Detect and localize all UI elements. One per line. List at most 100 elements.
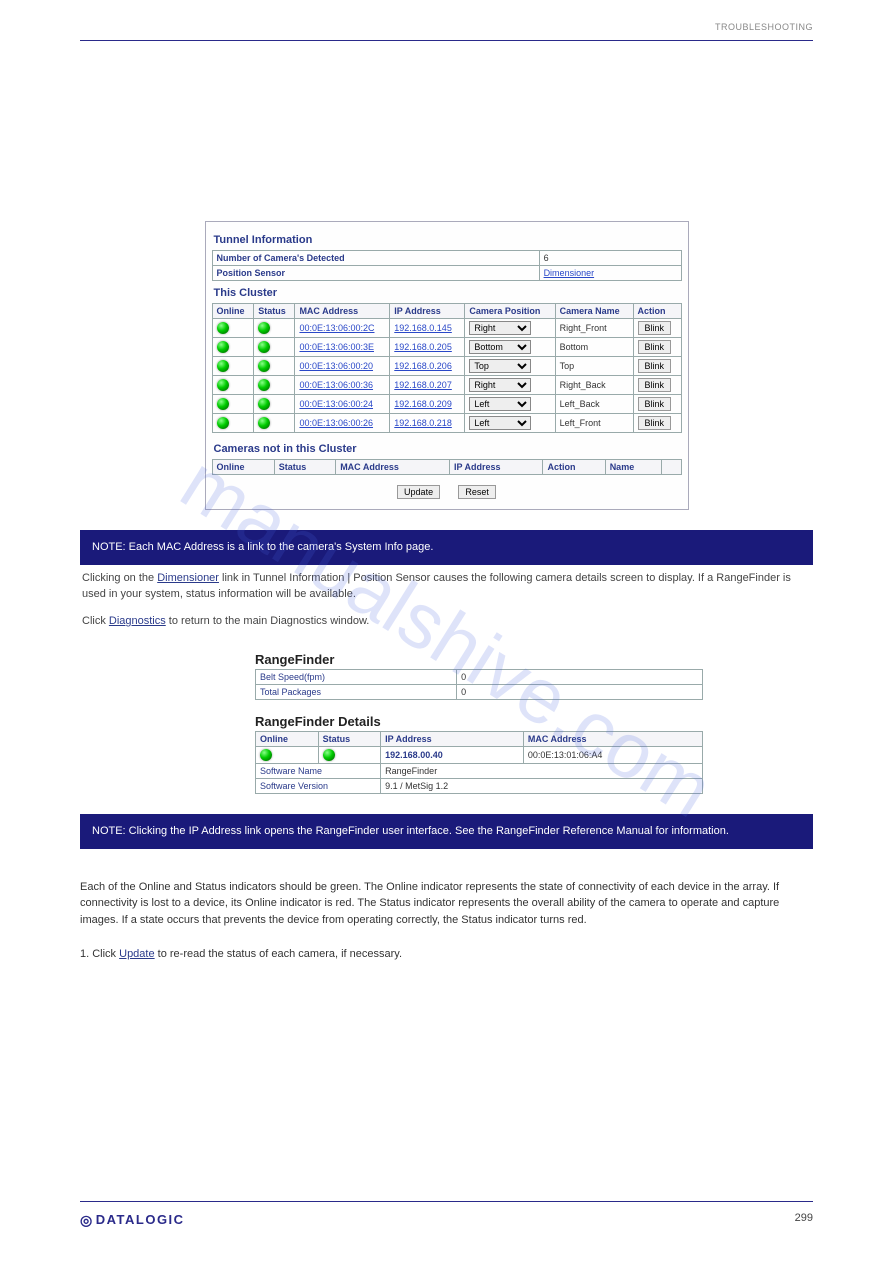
reset-button[interactable]: Reset [458, 485, 496, 499]
col-status: Status [274, 460, 335, 475]
table-row: 00:0E:13:06:00:3E 192.168.0.205 Bottom B… [212, 338, 681, 357]
online-led-icon [217, 379, 229, 391]
status-led-icon [258, 360, 270, 372]
col-ip: IP Address [390, 304, 465, 319]
ip-link[interactable]: 192.168.0.145 [394, 323, 452, 333]
mac-link[interactable]: 00:0E:13:06:00:20 [299, 361, 373, 371]
table-header-row: Online Status MAC Address IP Address Act… [212, 460, 681, 475]
blink-button[interactable]: Blink [638, 416, 672, 430]
col-status: Status [318, 731, 381, 746]
online-led-icon [217, 417, 229, 429]
camera-position-select[interactable]: Bottom [469, 340, 531, 354]
label: Software Version [256, 778, 381, 793]
not-in-cluster-table: Online Status MAC Address IP Address Act… [212, 459, 682, 475]
blink-button[interactable]: Blink [638, 397, 672, 411]
ip-link[interactable]: 192.168.0.218 [394, 418, 452, 428]
ip-link[interactable]: 192.168.0.205 [394, 342, 452, 352]
blink-button[interactable]: Blink [638, 321, 672, 335]
table-header-row: Online Status MAC Address IP Address Cam… [212, 304, 681, 319]
note-bar-1: NOTE: Each MAC Address is a link to the … [80, 530, 813, 565]
value: 9.1 / MetSig 1.2 [381, 778, 703, 793]
value: 6 [539, 251, 681, 266]
text-fragment: to return to the main Diagnostics window… [166, 615, 370, 627]
rf-ip-link[interactable]: 192.168.00.40 [385, 750, 443, 760]
rf-mac: 00:0E:13:01:06:A4 [523, 746, 702, 763]
note-bar-2: NOTE: Clicking the IP Address link opens… [80, 814, 813, 849]
datalogic-logo: ◎DATALOGIC [80, 1212, 185, 1229]
col-online: Online [212, 304, 254, 319]
dimensioner-inline-link[interactable]: Dimensioner [157, 572, 219, 584]
text-fragment: Clicking on the [82, 572, 157, 584]
online-led-icon [217, 341, 229, 353]
rangefinder-panel: RangeFinder Belt Speed(fpm) 0 Total Pack… [255, 652, 703, 794]
col-empty [662, 460, 681, 475]
ip-link[interactable]: 192.168.0.209 [394, 399, 452, 409]
camera-name: Right_Front [555, 319, 633, 338]
ip-link[interactable]: 192.168.0.207 [394, 380, 452, 390]
table-row: 00:0E:13:06:00:26 192.168.0.218 Left Lef… [212, 414, 681, 433]
col-mac: MAC Address [295, 304, 390, 319]
camera-name: Right_Back [555, 376, 633, 395]
mac-link[interactable]: 00:0E:13:06:00:2C [299, 323, 374, 333]
camera-position-select[interactable]: Left [469, 416, 531, 430]
ip-link[interactable]: 192.168.0.206 [394, 361, 452, 371]
camera-position-select[interactable]: Right [469, 321, 531, 335]
table-row: Position Sensor Dimensioner [212, 266, 681, 281]
col-ip: IP Address [450, 460, 543, 475]
table-row: 00:0E:13:06:00:24 192.168.0.209 Left Lef… [212, 395, 681, 414]
table-header-row: Online Status IP Address MAC Address [256, 731, 703, 746]
mac-link[interactable]: 00:0E:13:06:00:36 [299, 380, 373, 390]
online-led-icon [260, 749, 272, 761]
logo-ring-icon: ◎ [80, 1212, 94, 1229]
col-action: Action [543, 460, 605, 475]
table-row: Total Packages 0 [256, 684, 703, 699]
table-row: 192.168.00.40 00:0E:13:01:06:A4 [256, 746, 703, 763]
tunnel-info-table: Number of Camera's Detected 6 Position S… [212, 250, 682, 281]
col-online: Online [256, 731, 319, 746]
camera-position-select[interactable]: Left [469, 397, 531, 411]
mac-link[interactable]: 00:0E:13:06:00:24 [299, 399, 373, 409]
table-row: 00:0E:13:06:00:2C 192.168.0.145 Right Ri… [212, 319, 681, 338]
status-led-icon [258, 379, 270, 391]
update-inline-link[interactable]: Update [119, 948, 154, 960]
mac-link[interactable]: 00:0E:13:06:00:26 [299, 418, 373, 428]
table-row: Number of Camera's Detected 6 [212, 251, 681, 266]
col-mac: MAC Address [336, 460, 450, 475]
tunnel-panel: Tunnel Information Number of Camera's De… [205, 221, 689, 510]
camera-position-select[interactable]: Right [469, 378, 531, 392]
camera-name: Bottom [555, 338, 633, 357]
text-fragment: to re-read the status of each camera, if… [155, 948, 402, 960]
value: 0 [457, 669, 703, 684]
page-number: 299 [795, 1212, 813, 1224]
table-row: Software Version 9.1 / MetSig 1.2 [256, 778, 703, 793]
update-button[interactable]: Update [397, 485, 440, 499]
body-paragraph: Each of the Online and Status indicators… [80, 879, 813, 929]
text-fragment: 1. Click [80, 948, 119, 960]
status-led-icon [323, 749, 335, 761]
value: 0 [457, 684, 703, 699]
rangefinder-details-title: RangeFinder Details [255, 714, 703, 729]
label: Belt Speed(fpm) [256, 669, 457, 684]
camera-position-select[interactable]: Top [469, 359, 531, 373]
blink-button[interactable]: Blink [638, 359, 672, 373]
diagnostics-inline-link[interactable]: Diagnostics [109, 615, 166, 627]
top-divider [80, 40, 813, 41]
not-in-cluster-title: Cameras not in this Cluster [214, 443, 682, 455]
page-footer: ◎DATALOGIC 299 [80, 1201, 813, 1229]
col-status: Status [254, 304, 295, 319]
col-pos: Camera Position [465, 304, 555, 319]
this-cluster-title: This Cluster [214, 287, 682, 299]
online-led-icon [217, 360, 229, 372]
blink-button[interactable]: Blink [638, 378, 672, 392]
numbered-step: 1. Click Update to re-read the status of… [80, 946, 813, 964]
rangefinder-details-table: Online Status IP Address MAC Address 192… [255, 731, 703, 794]
label: Software Name [256, 763, 381, 778]
dimensioner-link[interactable]: Dimensioner [544, 268, 595, 278]
rangefinder-kv-table: Belt Speed(fpm) 0 Total Packages 0 [255, 669, 703, 700]
blink-button[interactable]: Blink [638, 340, 672, 354]
table-row: 00:0E:13:06:00:36 192.168.0.207 Right Ri… [212, 376, 681, 395]
mac-link[interactable]: 00:0E:13:06:00:3E [299, 342, 374, 352]
camera-name: Top [555, 357, 633, 376]
table-row: Belt Speed(fpm) 0 [256, 669, 703, 684]
label: Total Packages [256, 684, 457, 699]
